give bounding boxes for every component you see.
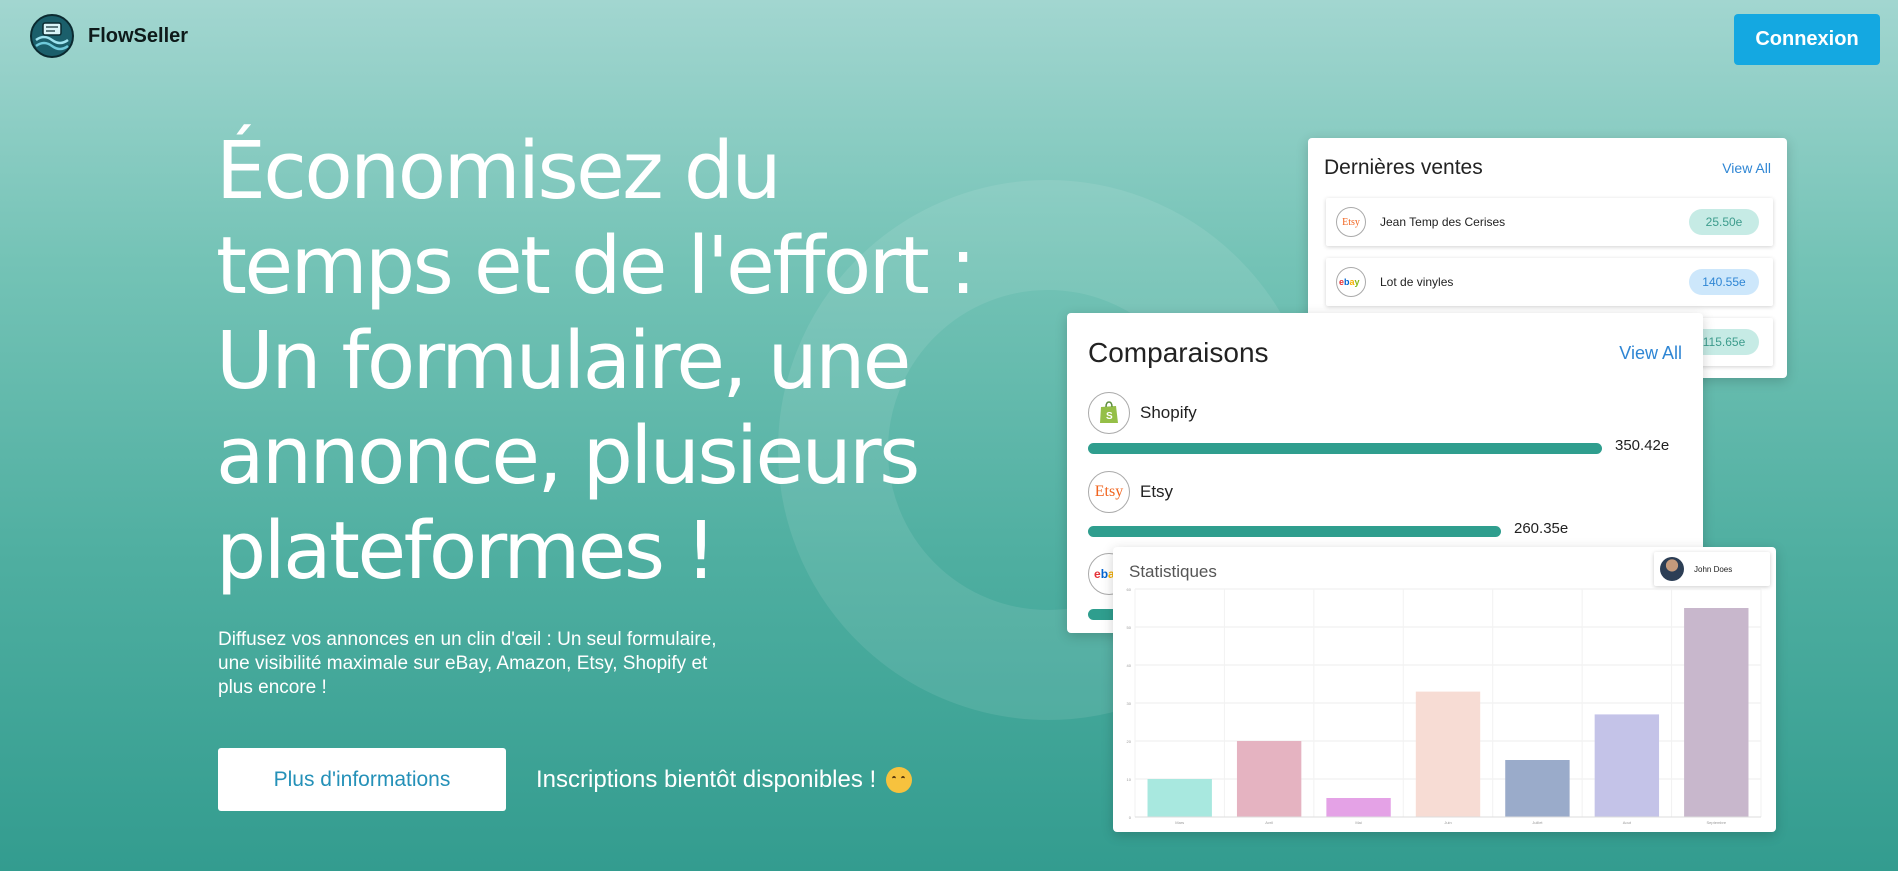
sales-view-all-link[interactable]: View All: [1722, 160, 1771, 176]
chart-bar: [1415, 691, 1481, 817]
hero-title-line: annonce, plusieurs: [216, 410, 920, 502]
svg-text:S: S: [1106, 411, 1113, 422]
chart-bar: [1326, 798, 1391, 817]
comparison-bar: [1088, 526, 1501, 537]
sale-price-badge: 25.50e: [1689, 209, 1759, 235]
y-tick-label: 60: [1127, 587, 1132, 592]
x-tick-label: Mars: [1175, 820, 1184, 825]
x-tick-label: Juin: [1444, 820, 1451, 825]
sale-price-badge: 140.55e: [1689, 269, 1759, 295]
partying-face-emoji-icon: [886, 767, 913, 793]
hero-title-line: Économisez du: [216, 125, 782, 217]
flowseller-logo-icon: [30, 14, 74, 58]
chart-bar: [1594, 714, 1660, 817]
y-tick-label: 50: [1127, 625, 1132, 630]
login-button[interactable]: Connexion: [1734, 14, 1880, 65]
comparisons-title: Comparaisons: [1088, 337, 1269, 368]
sale-item-name: Jean Temp des Cerises: [1380, 215, 1506, 229]
chart-bar: [1236, 741, 1302, 817]
coming-soon-text: Inscriptions bientôt disponibles !: [536, 766, 877, 793]
chart-bar: [1147, 779, 1212, 817]
x-tick-label: Juillet: [1532, 820, 1543, 825]
platform-name: Shopify: [1140, 403, 1197, 422]
comparison-bar: [1088, 443, 1602, 454]
sale-row[interactable]: ebay Lot de vinyles 140.55e: [1326, 258, 1773, 306]
etsy-icon: Etsy: [1088, 471, 1130, 513]
hero-title-line: Un formulaire, une: [216, 315, 911, 407]
sale-row[interactable]: Etsy Jean Temp des Cerises 25.50e: [1326, 198, 1773, 246]
y-tick-label: 0: [1129, 815, 1132, 820]
x-tick-label: Septembre: [1706, 820, 1726, 825]
y-tick-label: 20: [1127, 739, 1132, 744]
comparison-value: 350.42e: [1615, 437, 1670, 454]
recent-sales-title: Dernières ventes: [1324, 156, 1483, 179]
comparison-value: 260.35e: [1514, 520, 1569, 537]
statistics-card: Statistiques John Does 0 10 20 30 40 50 60 Mars…: [1113, 547, 1776, 832]
y-tick-label: 10: [1127, 777, 1132, 782]
ebay-icon: ebay: [1336, 267, 1366, 297]
y-tick-label: 30: [1127, 701, 1132, 706]
x-tick-label: Aout: [1623, 820, 1632, 825]
platform-name: Etsy: [1140, 482, 1174, 501]
svg-text:ebay: ebay: [1339, 277, 1360, 287]
brand-logo[interactable]: FlowSeller: [30, 14, 188, 58]
sale-item-name: Lot de vinyles: [1380, 275, 1454, 289]
x-tick-label: Mai: [1355, 820, 1362, 825]
coming-soon: Inscriptions bientôt disponibles !: [536, 766, 913, 794]
etsy-icon: Etsy: [1336, 207, 1366, 237]
hero-title-line: plateformes !: [216, 505, 717, 597]
x-tick-label: Avril: [1265, 820, 1273, 825]
comparison-platform-shopify: S Shopify: [1088, 392, 1197, 434]
hero-title-line: temps et de l'effort :: [216, 220, 976, 312]
brand-name: FlowSeller: [88, 24, 189, 47]
shopify-icon: S: [1088, 392, 1130, 434]
chart-bar: [1684, 608, 1749, 817]
hero-subtitle: Diffusez vos annonces en un clin d'œil :…: [218, 629, 717, 698]
comparison-platform-etsy: Etsy Etsy: [1088, 471, 1173, 513]
y-tick-label: 40: [1127, 663, 1132, 668]
comparisons-view-all-link[interactable]: View All: [1619, 343, 1682, 364]
statistics-bar-chart: 0 10 20 30 40 50 60 Mars Avril Mai Juin Juillet Aout…: [1127, 587, 1762, 825]
hero-title: Économisez du temps et de l'effort : Un …: [216, 124, 976, 599]
chart-bar: [1505, 760, 1570, 817]
more-info-button[interactable]: Plus d'informations: [218, 748, 506, 811]
